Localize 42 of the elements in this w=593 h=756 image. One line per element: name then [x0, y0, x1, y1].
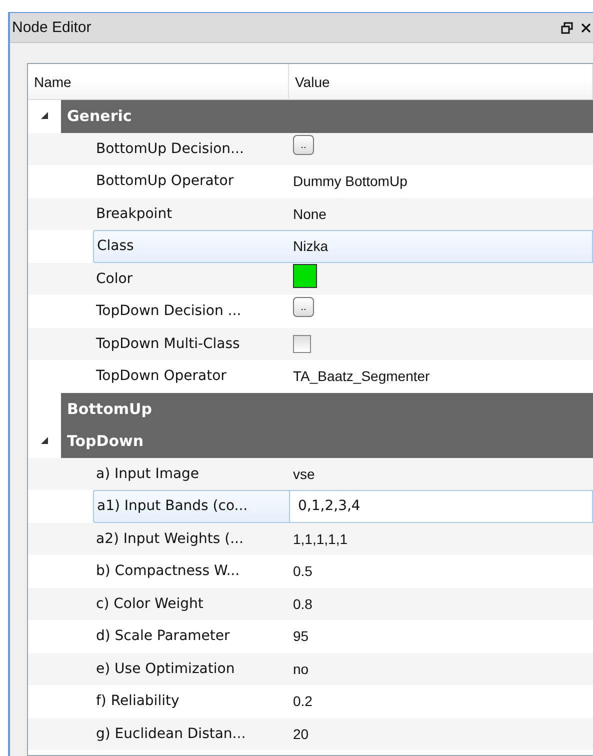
property-name[interactable]: d) Scale Parameter	[93, 620, 289, 652]
property-name[interactable]: TopDown Operator	[93, 360, 289, 392]
value-text: Nizka	[293, 238, 328, 254]
property-name[interactable]: a) Input Image	[93, 458, 289, 490]
color-swatch[interactable]	[293, 264, 317, 288]
property-name[interactable]: a2) Input Weights (...	[93, 522, 289, 555]
value-text: Dummy BottomUp	[293, 173, 408, 190]
property-name[interactable]: BottomUp Decision...	[93, 132, 289, 165]
column-header[interactable]: Name	[28, 64, 289, 99]
value-text: 95	[293, 628, 309, 644]
category-header[interactable]: BottomUp	[61, 392, 593, 425]
property-name[interactable]: Class	[93, 230, 289, 262]
checkbox[interactable]	[293, 334, 311, 353]
property-name[interactable]: BottomUp Operator	[93, 165, 289, 198]
property-name[interactable]: c) Color Weight	[93, 588, 289, 620]
property-name[interactable]: e) Use Optimization	[93, 652, 289, 685]
value-text: no	[293, 660, 309, 677]
property-name[interactable]: f) Reliability	[93, 685, 289, 718]
restore-icon[interactable]	[561, 22, 573, 34]
browse-button[interactable]: ..	[293, 297, 314, 318]
property-name[interactable]: Breakpoint	[93, 198, 289, 230]
close-icon[interactable]	[581, 22, 591, 32]
property-name[interactable]: b) Compactness W...	[93, 555, 289, 588]
column-header[interactable]: Value	[289, 64, 593, 99]
expand-arrow-icon[interactable]	[40, 112, 48, 120]
value-text: TA_Baatz_Segmenter	[293, 368, 430, 384]
value-text: 1,1,1,1,1	[293, 530, 348, 547]
property-name[interactable]: TopDown Decision ...	[93, 295, 289, 328]
category-header[interactable]: TopDown	[61, 425, 593, 458]
window-title: Node Editor	[12, 19, 92, 36]
expand-arrow-icon[interactable]	[40, 437, 48, 446]
property-name[interactable]: a1) Input Bands (co...	[93, 490, 289, 522]
property-name[interactable]: g) Euclidean Distan...	[93, 718, 289, 750]
value-text: 20	[293, 726, 309, 742]
value-text: vse	[293, 466, 315, 482]
value-text: 0.2	[293, 693, 312, 710]
value-input[interactable]: 0,1,2,3,4	[289, 490, 593, 522]
value-text: 0.5	[293, 563, 312, 580]
value-text: 0.8	[293, 596, 312, 612]
browse-button[interactable]: ..	[293, 134, 314, 155]
value-text: None	[293, 206, 326, 222]
category-header[interactable]: Generic	[61, 100, 593, 132]
